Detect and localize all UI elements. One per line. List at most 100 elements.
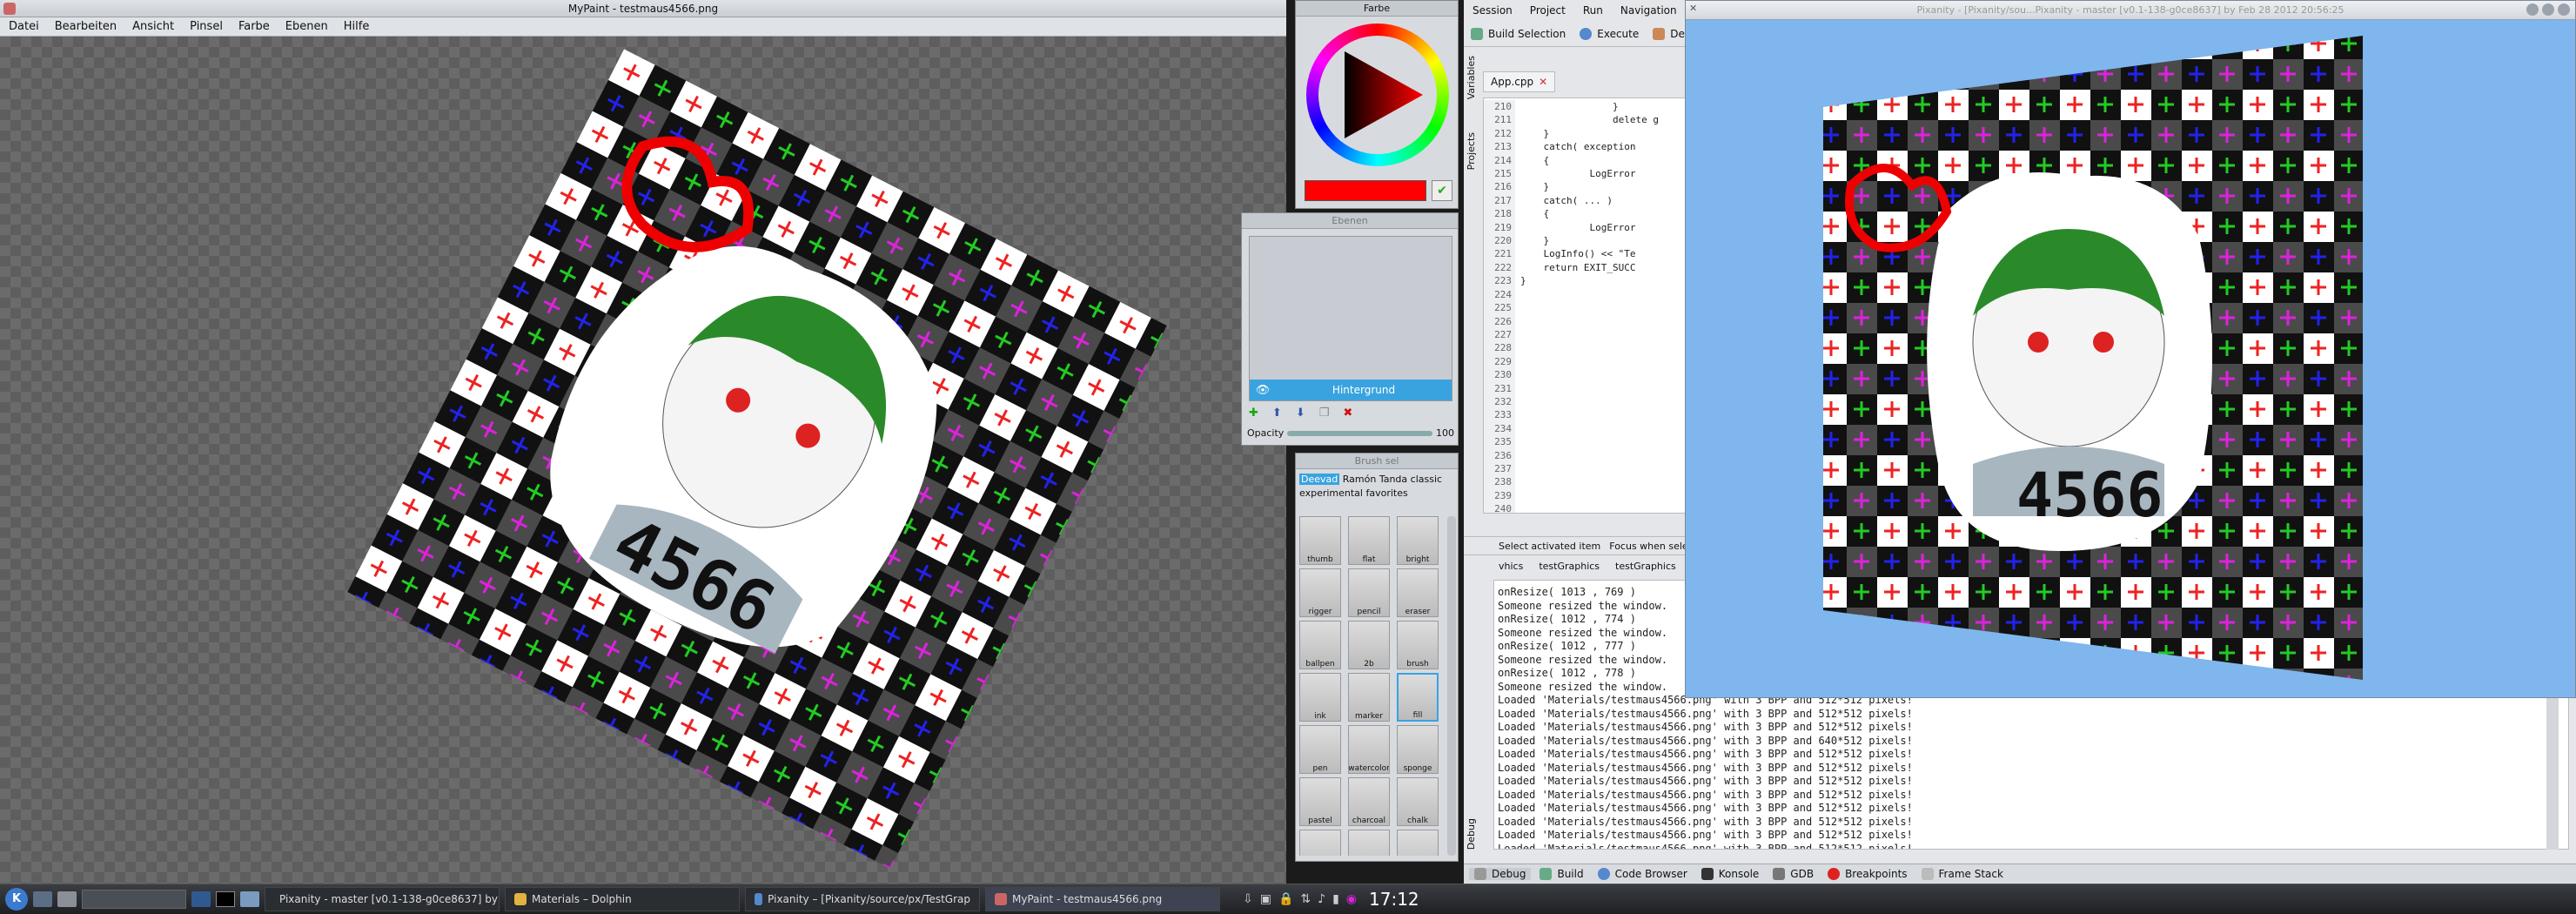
launcher-2-icon[interactable] <box>57 891 77 907</box>
brush-blending2[interactable]: blending2 <box>1397 830 1439 856</box>
brush-group-classic[interactable]: classic <box>1411 474 1442 485</box>
menu-farbe[interactable]: Farbe <box>238 20 270 33</box>
brush-rigger[interactable]: rigger <box>1299 568 1341 617</box>
terminal-icon[interactable] <box>216 891 235 907</box>
tray-battery-icon[interactable]: ▮ <box>1332 892 1339 906</box>
build-selection-button[interactable]: Build Selection <box>1471 27 1566 40</box>
brush-ballpen[interactable]: ballpen <box>1299 621 1341 669</box>
color-wheel[interactable] <box>1306 24 1449 166</box>
brush-pencil[interactable]: pencil <box>1348 568 1390 617</box>
brush-marker[interactable]: marker <box>1348 673 1390 722</box>
add-layer-icon[interactable]: ✚ <box>1249 407 1258 420</box>
color-triangle[interactable] <box>1318 36 1437 154</box>
mypaint-titlebar[interactable]: MyPaint - testmaus4566.png <box>0 0 1286 17</box>
menu-datei[interactable]: Datei <box>9 20 39 33</box>
brush-eraser[interactable]: eraser <box>1397 568 1439 617</box>
brush-scrollbar[interactable] <box>1447 516 1456 856</box>
kde-menu-icon[interactable]: K <box>5 888 28 911</box>
brush-watercolor[interactable]: watercolor <box>1348 725 1390 774</box>
ide-menu-navigation[interactable]: Navigation <box>1620 4 1677 17</box>
brush-group-deevad[interactable]: Deevad <box>1299 474 1340 485</box>
brush-2b[interactable]: 2b <box>1348 621 1390 669</box>
tray-volume-icon[interactable]: ♪ <box>1318 892 1325 906</box>
side-tab-projects[interactable]: Projects <box>1466 132 1477 170</box>
ebenen-titlebar[interactable]: Ebenen <box>1242 213 1458 229</box>
task-mypaint[interactable]: MyPaint - testmaus4566.png <box>985 887 1220 911</box>
brush-thumb[interactable]: thumb <box>1299 516 1341 565</box>
tray-network-icon[interactable]: ⇅ <box>1300 892 1311 906</box>
tray-lock-icon[interactable]: 🔒 <box>1278 892 1293 906</box>
tray-monitor-icon[interactable]: ▣ <box>1260 892 1271 906</box>
brush-fill[interactable]: fill <box>1397 673 1439 722</box>
tray-arrow-icon[interactable]: ⇩ <box>1243 892 1253 906</box>
close-tab-icon[interactable]: ✕ <box>1539 76 1547 88</box>
brush-sponge[interactable]: sponge <box>1397 725 1439 774</box>
menu-ansicht[interactable]: Ansicht <box>132 20 174 33</box>
tooltab-code-browser[interactable]: Code Browser <box>1593 867 1693 880</box>
brush-group-experimental[interactable]: experimental <box>1299 487 1363 499</box>
eye-icon[interactable]: 👁 <box>1250 384 1276 397</box>
menu-ebenen[interactable]: Ebenen <box>285 20 328 33</box>
tooltab-konsole[interactable]: Konsole <box>1696 867 1765 880</box>
confirm-color-button[interactable]: ✔ <box>1432 180 1452 201</box>
focus-when-selected-button[interactable]: Focus when selec <box>1609 541 1694 552</box>
ide-menu-run[interactable]: Run <box>1583 4 1603 17</box>
duplicate-icon[interactable]: ❐ <box>1319 407 1330 420</box>
tooltab-breakpoints[interactable]: Breakpoints <box>1822 867 1912 880</box>
brush-group-favorites[interactable]: favorites <box>1365 487 1407 499</box>
launcher-4-icon[interactable] <box>240 891 259 907</box>
side-tab-variables[interactable]: Variables <box>1466 56 1477 99</box>
farbe-titlebar[interactable]: Farbe <box>1296 1 1458 17</box>
brush-ink[interactable]: ink <box>1299 673 1341 722</box>
brush-charcoal[interactable]: charcoal <box>1348 777 1390 826</box>
pager[interactable] <box>82 890 186 909</box>
code-editor[interactable]: 210 211 212 213 214 215 216 217 218 219 220 221 222 2… <box>1483 97 1692 514</box>
brush-group-ramon[interactable]: Ramón <box>1343 474 1377 485</box>
execute-button[interactable]: Execute <box>1580 27 1639 40</box>
tray-user-icon[interactable]: ◉ <box>1346 892 1357 906</box>
ide-menu-session[interactable]: Session <box>1472 4 1513 17</box>
brush-chalk[interactable]: chalk <box>1397 777 1439 826</box>
layer-row[interactable]: 👁 Hintergrund <box>1250 380 1452 400</box>
file-tab-app-cpp[interactable]: App.cpp <box>1491 76 1533 88</box>
output-tab-vhics[interactable]: vhics <box>1499 561 1523 578</box>
task-dolphin[interactable]: Materials – Dolphin <box>505 887 740 911</box>
delete-layer-icon[interactable]: ✖ <box>1343 407 1352 420</box>
clock[interactable]: 17:12 <box>1369 889 1419 910</box>
close-icon[interactable] <box>2558 3 2570 16</box>
task-pixanity-master[interactable]: Pixanity - master [v0.1-138-g0ce8637] by <box>265 887 500 911</box>
brush-blending[interactable]: blending <box>1299 830 1341 856</box>
tooltab-build[interactable]: Build <box>1534 867 1588 880</box>
paint-canvas[interactable]: 4566 <box>0 37 1286 884</box>
close-window-icon[interactable]: ✕ <box>1689 3 1697 14</box>
select-activated-item-button[interactable]: Select activated item <box>1499 541 1600 552</box>
brush-pen[interactable]: pen <box>1299 725 1341 774</box>
launcher-3-icon[interactable] <box>191 891 211 907</box>
tooltab-gdb[interactable]: GDB <box>1768 867 1819 880</box>
output-tab-testgraphics-2[interactable]: testGraphics <box>1615 561 1676 578</box>
line-number: 235 <box>1494 436 1512 448</box>
move-up-icon[interactable]: ⬆ <box>1272 407 1282 420</box>
brush-bright[interactable]: bright <box>1397 516 1439 565</box>
output-tab-testgraphics[interactable]: testGraphics <box>1539 561 1600 578</box>
opacity-slider[interactable] <box>1287 430 1432 436</box>
brush-flat[interactable]: flat <box>1348 516 1390 565</box>
menu-pinsel[interactable]: Pinsel <box>190 20 223 33</box>
brush-titlebar[interactable]: Brush sel <box>1296 454 1458 469</box>
debug-vertical-label[interactable]: Debug <box>1466 818 1477 850</box>
move-down-icon[interactable]: ⬇ <box>1296 407 1305 420</box>
menu-bearbeiten[interactable]: Bearbeiten <box>55 20 117 33</box>
maximize-icon[interactable] <box>2542 3 2554 16</box>
brush-blending1[interactable]: blending1 <box>1348 830 1390 856</box>
brush-group-tanda[interactable]: Tanda <box>1379 474 1407 485</box>
menu-hilfe[interactable]: Hilfe <box>344 20 370 33</box>
launcher-1-icon[interactable] <box>33 891 52 907</box>
brush-pastel[interactable]: pastel <box>1299 777 1341 826</box>
task-pixanity-source[interactable]: Pixanity – [Pixanity/source/px/TestGrap <box>745 887 980 911</box>
tooltab-debug[interactable]: Debug <box>1469 867 1532 880</box>
ide-menu-project[interactable]: Project <box>1530 4 1566 17</box>
pixanity-titlebar[interactable]: ✕ Pixanity - [Pixanity/sou...Pixanity - … <box>1686 1 2575 20</box>
minimize-icon[interactable] <box>2526 3 2539 16</box>
brush-brush[interactable]: brush <box>1397 621 1439 669</box>
tooltab-frame-stack[interactable]: Frame Stack <box>1916 867 2009 880</box>
